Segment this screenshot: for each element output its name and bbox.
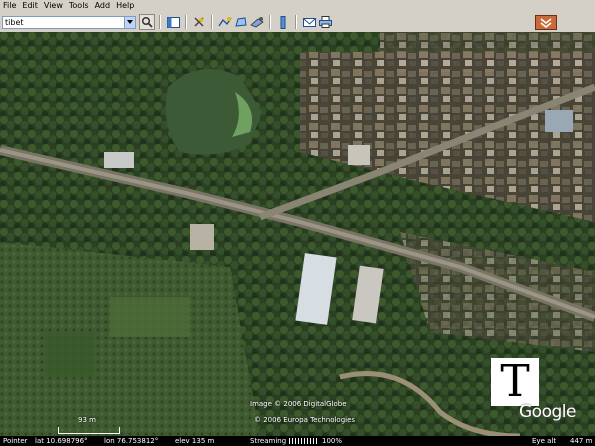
sidebar-toggle-button[interactable] [165, 14, 181, 30]
placemark-icon [194, 17, 204, 27]
search-input[interactable] [3, 16, 129, 28]
toolbar-separator [295, 15, 297, 29]
scale-bar [58, 427, 120, 434]
menu-file[interactable]: File [0, 0, 19, 12]
sidebar-icon [166, 16, 180, 28]
search-dropdown-button[interactable] [124, 16, 135, 28]
print-icon [318, 16, 332, 28]
menu-tools[interactable]: Tools [66, 0, 92, 12]
overlay-button[interactable] [249, 14, 265, 30]
path-button[interactable] [217, 14, 233, 30]
google-logo: Google [519, 402, 576, 422]
toolbar [0, 12, 595, 33]
collapse-toolbar-button[interactable] [535, 15, 557, 30]
menu-edit[interactable]: Edit [19, 0, 41, 12]
ruler-button[interactable] [275, 14, 291, 30]
toolbar-separator [185, 15, 187, 29]
overlay-icon [250, 17, 264, 28]
double-chevron-down-icon [540, 17, 552, 28]
toolbar-separator [211, 15, 213, 29]
toolbar-separator [159, 15, 161, 29]
status-bar: Pointer lat 10.698796° lon 76.753812° el… [0, 436, 595, 446]
print-button[interactable] [317, 14, 333, 30]
elevation-readout: elev 135 m [175, 437, 215, 445]
streaming-percent: 100% [322, 437, 343, 445]
chevron-down-icon [127, 20, 133, 24]
menu-view[interactable]: View [41, 0, 66, 12]
toolbar-separator [269, 15, 271, 29]
polygon-icon [235, 17, 247, 27]
streaming-progress-bar [289, 438, 317, 444]
placemark-button[interactable] [191, 14, 207, 30]
email-icon [302, 17, 316, 27]
ruler-icon [280, 15, 286, 29]
search-go-icon [141, 16, 153, 28]
watermark-logo: T [491, 358, 539, 406]
scale-label: 93 m [78, 416, 96, 424]
menu-bar: File Edit View Tools Add Help [0, 0, 595, 12]
polygon-button[interactable] [233, 14, 249, 30]
search-go-button[interactable] [139, 14, 155, 30]
longitude-readout: lon 76.753812° [104, 437, 159, 445]
latitude-readout: lat 10.698796° [35, 437, 88, 445]
path-icon [218, 17, 232, 27]
menu-help[interactable]: Help [113, 0, 137, 12]
map-viewport[interactable]: Image © 2006 DigitalGlobe © 2006 Europa … [0, 32, 595, 436]
eye-alt-value: 447 m [570, 437, 593, 445]
menu-add[interactable]: Add [92, 0, 114, 12]
imagery-credit: Image © 2006 DigitalGlobe [250, 400, 347, 408]
streaming-label: Streaming [250, 437, 287, 445]
pointer-label: Pointer [3, 437, 28, 445]
data-credit: © 2006 Europa Technologies [254, 416, 356, 424]
search-box [2, 15, 136, 29]
email-button[interactable] [301, 14, 317, 30]
eye-alt-label: Eye alt [532, 437, 557, 445]
